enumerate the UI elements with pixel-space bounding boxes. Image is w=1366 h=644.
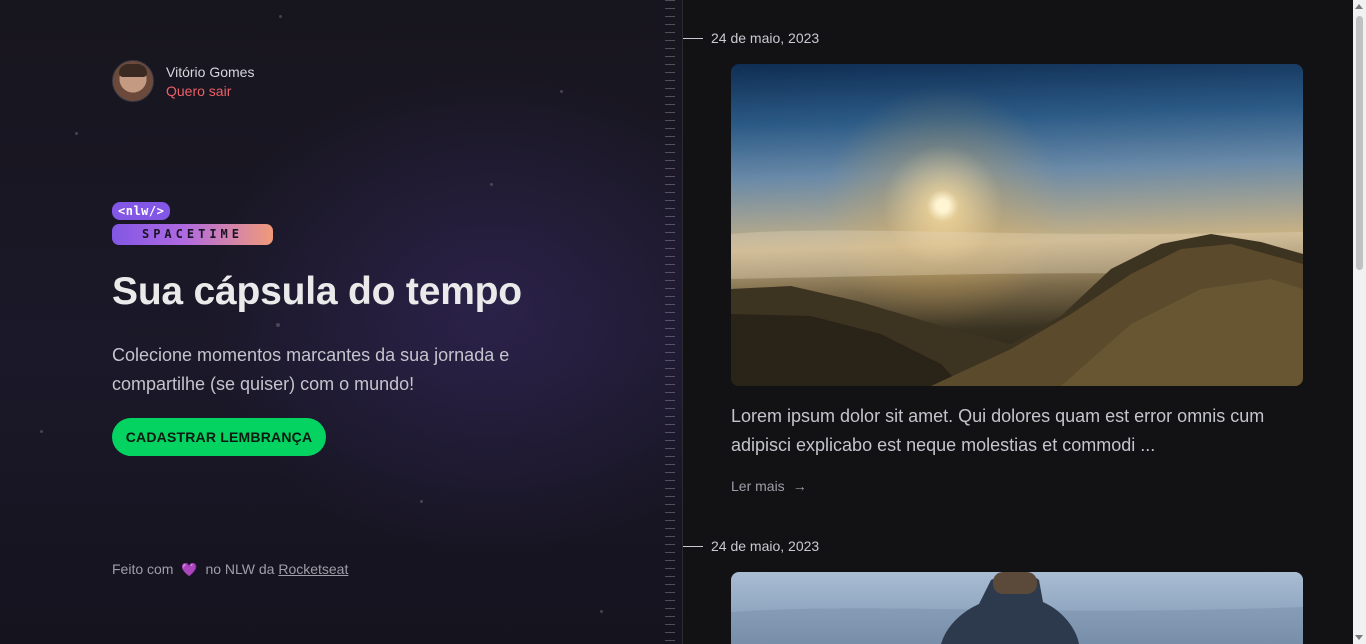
- scrollbar[interactable]: [1353, 0, 1366, 644]
- memory-excerpt: Lorem ipsum dolor sit amet. Qui dolores …: [731, 406, 1265, 455]
- timeline-dash: [683, 545, 703, 547]
- user-info: Vitório Gomes Quero sair: [112, 60, 254, 102]
- avatar[interactable]: [112, 60, 154, 102]
- read-more-link[interactable]: Ler mais →: [731, 478, 807, 494]
- read-more-label: Ler mais: [731, 478, 785, 494]
- scroll-down-icon[interactable]: [1355, 635, 1363, 640]
- page-title: Sua cápsula do tempo: [112, 270, 522, 313]
- arrow-right-icon: →: [792, 478, 807, 494]
- footer-on: no NLW da: [205, 561, 275, 577]
- memory-image: [731, 572, 1303, 644]
- memory-date-label: 24 de maio, 2023: [711, 30, 820, 46]
- left-panel: Vitório Gomes Quero sair <nlw/> SPACETIM…: [0, 0, 683, 644]
- footer: Feito com 💜 no NLW da Rocketseat: [112, 561, 348, 578]
- page-subtitle: Colecione momentos marcantes da sua jorn…: [112, 345, 510, 394]
- logo-top: <nlw/>: [112, 202, 171, 220]
- memory-date: 24 de maio, 2023: [683, 538, 819, 554]
- nlw-spacetime-logo: <nlw/> SPACETIME: [112, 202, 273, 245]
- heart-icon: 💜: [181, 562, 198, 577]
- register-memory-button[interactable]: CADASTRAR LEMBRANÇA: [112, 418, 326, 456]
- scroll-up-icon[interactable]: [1355, 4, 1363, 9]
- memory-date-label: 24 de maio, 2023: [711, 538, 820, 554]
- timeline-panel: 24 de maio, 2023 Lorem ipsum dolor sit a…: [683, 0, 1353, 644]
- user-name: Vitório Gomes: [166, 63, 255, 80]
- logo-bottom: SPACETIME: [112, 224, 273, 245]
- timeline-dash: [683, 37, 703, 39]
- rocketseat-link[interactable]: Rocketseat: [278, 561, 348, 577]
- footer-made-with: Feito com: [112, 561, 174, 577]
- scroll-thumb[interactable]: [1356, 16, 1363, 270]
- memory-image: [731, 64, 1303, 386]
- memory-date: 24 de maio, 2023: [683, 30, 819, 46]
- logout-link[interactable]: Quero sair: [166, 83, 254, 99]
- stripes-decoration: [665, 0, 675, 644]
